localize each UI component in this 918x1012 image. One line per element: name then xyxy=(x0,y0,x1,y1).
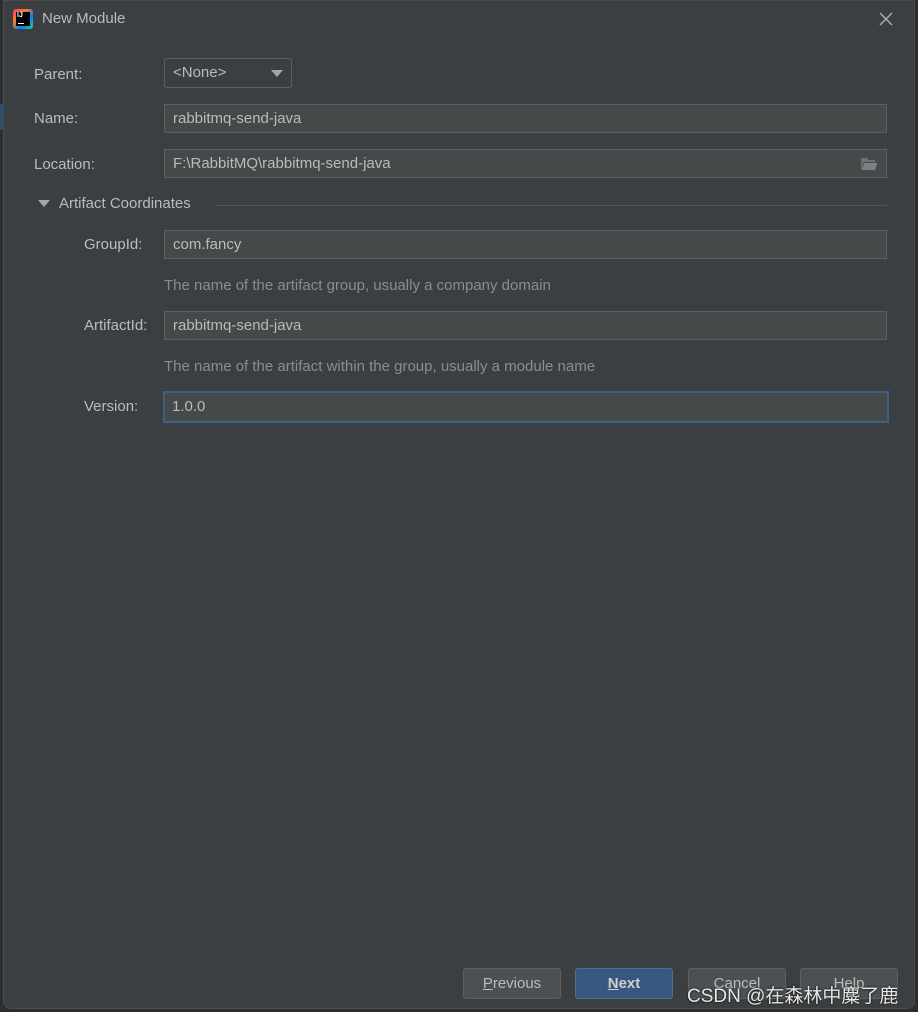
section-divider xyxy=(216,205,887,206)
version-input[interactable]: 1.0.0 xyxy=(163,391,889,423)
artifactid-input[interactable]: rabbitmq-send-java xyxy=(164,311,887,340)
groupid-label: GroupId: xyxy=(84,236,143,253)
artifactid-hint: The name of the artifact within the grou… xyxy=(164,358,596,375)
parent-dropdown[interactable]: <None> xyxy=(164,58,292,88)
intellij-idea-icon: IJ xyxy=(13,9,33,29)
parent-label: Parent: xyxy=(34,66,83,83)
previous-mnemonic: P xyxy=(482,975,493,992)
title-bar[interactable]: IJ New Module xyxy=(4,1,914,37)
next-mnemonic: N xyxy=(607,975,619,992)
groupid-hint: The name of the artifact group, usually … xyxy=(164,277,551,294)
location-value: F:\RabbitMQ\rabbitmq-send-java xyxy=(173,155,391,172)
artifactid-label: ArtifactId: xyxy=(84,317,148,334)
new-module-dialog: IJ New Module Parent: <None> Name: rabbi… xyxy=(3,0,915,1009)
csdn-watermark: CSDN @在森林中麋了鹿 xyxy=(687,986,899,1007)
section-title: Artifact Coordinates xyxy=(59,195,191,212)
previous-button[interactable]: Previous xyxy=(463,968,561,999)
next-label: ext xyxy=(618,975,641,992)
next-button[interactable]: Next xyxy=(575,968,673,999)
parent-value: <None> xyxy=(173,64,227,81)
chevron-down-icon xyxy=(271,70,283,77)
location-label: Location: xyxy=(34,156,95,173)
groupid-input[interactable]: com.fancy xyxy=(164,230,887,259)
collapse-triangle-icon[interactable] xyxy=(38,200,50,207)
name-input[interactable]: rabbitmq-send-java xyxy=(164,104,887,133)
close-icon[interactable] xyxy=(878,11,894,27)
location-input[interactable]: F:\RabbitMQ\rabbitmq-send-java xyxy=(164,149,887,178)
previous-label: revious xyxy=(492,975,542,992)
name-label: Name: xyxy=(34,110,79,127)
dialog-title: New Module xyxy=(42,10,126,27)
folder-open-icon[interactable] xyxy=(860,157,878,171)
artifact-coordinates-section: Artifact Coordinates xyxy=(38,194,887,214)
version-label: Version: xyxy=(84,398,139,415)
